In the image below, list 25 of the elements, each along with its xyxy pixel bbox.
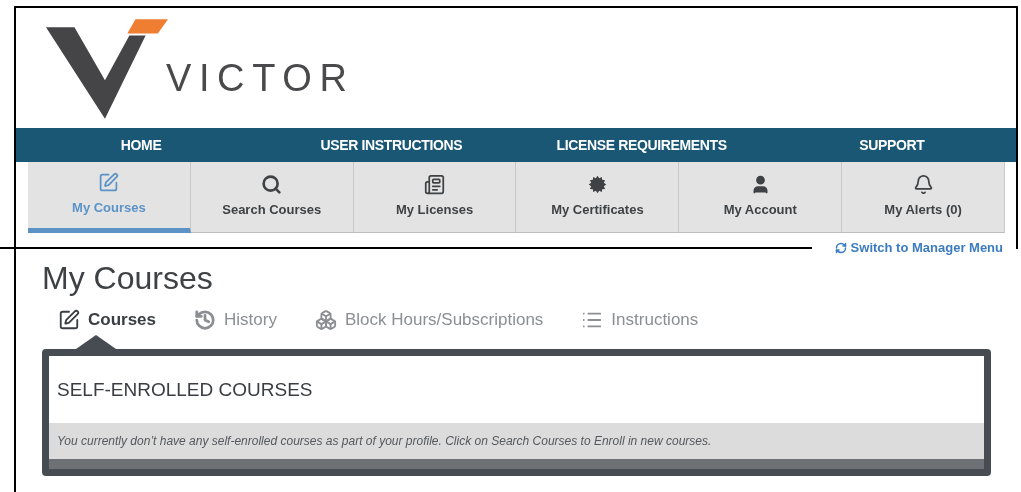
newspaper-icon	[424, 174, 446, 196]
refresh-icon	[834, 242, 847, 254]
pencil-square-icon	[98, 172, 120, 194]
cubes-icon	[314, 308, 337, 331]
seal-icon	[586, 174, 608, 196]
switch-manager-link[interactable]: Switch to Manager Menu	[834, 238, 1003, 258]
bell-icon	[912, 174, 934, 196]
section-tab[interactable]: Courses	[58, 307, 157, 333]
menu-tab[interactable]: My Certificates	[516, 162, 680, 233]
nav-link[interactable]: USER INSTRUCTIONS	[266, 134, 517, 156]
menu-tab[interactable]: My Alerts (0)	[842, 162, 1005, 233]
history-icon	[194, 308, 217, 331]
menu-tab[interactable]: Search Courses	[190, 162, 354, 233]
brand-name: VICTOR	[166, 55, 355, 101]
nav-link[interactable]: LICENSE REQUIREMENTS	[516, 134, 767, 156]
nav-link[interactable]: SUPPORT	[766, 134, 1017, 156]
search-icon	[261, 174, 283, 196]
menu-tab[interactable]: My Licenses	[353, 162, 517, 233]
panel-title: SELF-ENROLLED COURSES	[56, 378, 314, 402]
pencil-square-icon	[58, 308, 80, 331]
page-title: My Courses	[42, 259, 214, 297]
empty-message: You currently don’t have any self-enrolled courses as part of your profile. Click on Search Courses to Enroll in new courses.	[49, 422, 984, 469]
menu-tab[interactable]: My Account	[679, 162, 843, 233]
nav-link[interactable]: HOME	[16, 134, 267, 156]
logo-icon	[46, 17, 168, 119]
